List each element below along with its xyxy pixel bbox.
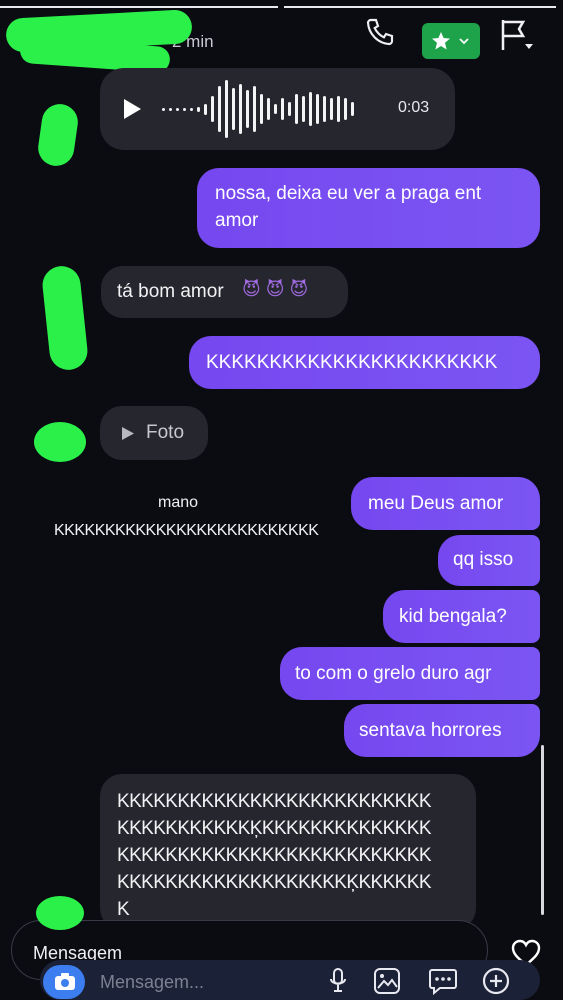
play-icon[interactable] [122,98,142,120]
message-input-bar[interactable]: Mensagem... [40,960,540,1000]
emoji-text: 😈 😈 😈 [242,279,309,299]
audio-waveform [162,68,402,150]
outgoing-message-bubble[interactable]: kid bengala? [383,590,540,643]
incoming-message-bubble[interactable]: tá bom amor 😈 😈 😈 [101,266,348,318]
phone-icon[interactable] [364,16,396,48]
photo-label: Foto [146,422,185,443]
outgoing-message-bubble[interactable]: meu Deus amor [351,477,540,530]
outgoing-message-bubble[interactable]: nossa, deixa eu ver a praga ent amor [197,168,540,248]
audio-message-bubble[interactable]: 0:03 [100,68,455,150]
outgoing-message-bubble[interactable]: to com o grelo duro agr [280,647,540,700]
avatar-redaction [40,264,90,372]
message-text: KKKKKKKKKKKKKKKKKKKKKKKKKK [117,791,432,812]
message-text: K [117,899,130,920]
avatar-redaction [34,422,86,462]
top-divider-left [0,6,278,8]
message-text: kid bengala? [399,606,507,627]
outgoing-message-bubble[interactable]: KKKKKKKKKKKKKKKKKKKKKKK [189,336,540,389]
message-input[interactable]: Mensagem... [100,972,204,993]
outgoing-message-bubble[interactable]: qq isso [438,535,540,586]
avatar-redaction [35,101,81,169]
microphone-icon[interactable] [328,967,348,995]
reply-preview-text: KKKKKKKKKKKKKKKKKKKKKKKKKK [54,522,319,539]
message-text: sentava horrores [359,720,502,741]
message-text: KKKKKKKKKKKKKKKKKKKĶKKKKKK [117,872,432,893]
add-icon[interactable] [481,966,511,996]
message-text: KKKKKKKKKKKKKKKKKKKKKKKKKK [117,845,432,866]
message-text: meu Deus amor [368,493,504,514]
gallery-icon[interactable] [373,967,401,995]
avatar-redaction [36,896,84,930]
message-text: to com o grelo duro agr [295,663,492,684]
audio-duration: 0:03 [398,99,430,116]
scrollbar[interactable] [541,745,544,915]
message-text: amor [215,210,259,231]
star-icon [432,32,450,50]
message-text: KKKKKKKKKKKĶKKKKKKKKKKKKKK [117,818,432,839]
camera-icon [55,973,75,990]
reply-preview-text: mano [158,494,199,511]
outgoing-message-bubble[interactable]: sentava horrores [344,704,540,757]
message-text: tá bom amor [117,281,224,302]
flag-icon[interactable] [497,16,537,56]
message-text: KKKKKKKKKKKKKKKKKKKKKKK [206,352,498,373]
message-text: qq isso [453,549,514,570]
sticker-icon[interactable] [428,967,458,995]
chevron-down-icon [459,38,469,45]
photo-message-bubble[interactable]: Foto [100,406,208,460]
message-text: nossa, deixa eu ver a praga ent [215,183,482,204]
star-badge-button[interactable] [422,23,480,59]
camera-button[interactable] [43,965,85,999]
incoming-message-bubble[interactable]: KKKKKKKKKKKKKKKKKKKKKKKKKK KKKKKKKKKKKĶK… [100,774,476,930]
top-divider-right [284,6,556,8]
play-icon [122,427,134,440]
